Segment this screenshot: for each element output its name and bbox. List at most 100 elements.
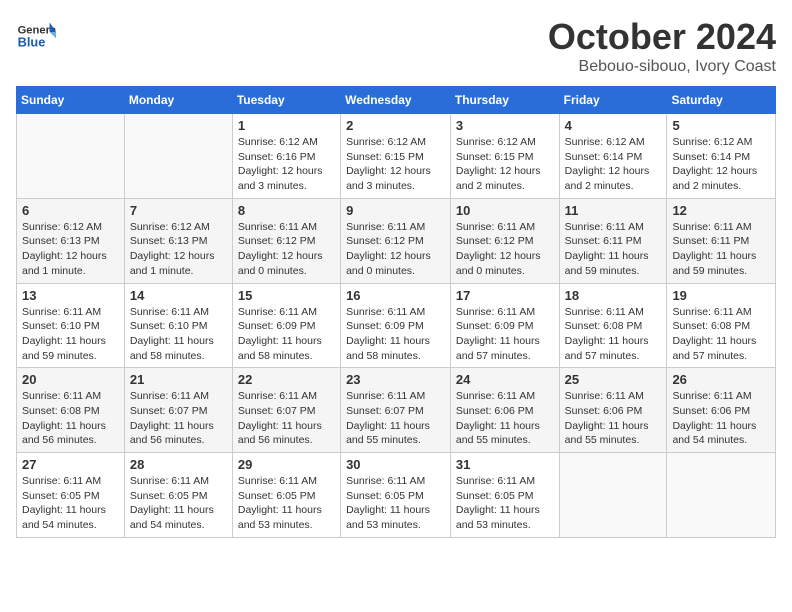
day-number: 9 [346,203,445,218]
calendar-cell: 7 Sunrise: 6:12 AM Sunset: 6:13 PM Daylig… [124,198,232,283]
header-monday: Monday [124,87,232,114]
day-number: 2 [346,118,445,133]
days-header-row: Sunday Monday Tuesday Wednesday Thursday… [17,87,776,114]
svg-text:Blue: Blue [18,34,46,49]
day-info: Sunrise: 6:11 AM Sunset: 6:09 PM Dayligh… [456,305,554,364]
calendar-cell: 29 Sunrise: 6:11 AM Sunset: 6:05 PM Dayli… [232,453,340,538]
day-number: 23 [346,372,445,387]
day-number: 21 [130,372,227,387]
day-number: 10 [456,203,554,218]
header-thursday: Thursday [450,87,559,114]
day-number: 15 [238,288,335,303]
day-info: Sunrise: 6:11 AM Sunset: 6:05 PM Dayligh… [130,474,227,533]
day-info: Sunrise: 6:11 AM Sunset: 6:06 PM Dayligh… [456,389,554,448]
calendar-cell: 2 Sunrise: 6:12 AM Sunset: 6:15 PM Daylig… [341,114,451,199]
header-friday: Friday [559,87,667,114]
day-number: 22 [238,372,335,387]
day-number: 4 [565,118,662,133]
day-number: 20 [22,372,119,387]
calendar-week-3: 13 Sunrise: 6:11 AM Sunset: 6:10 PM Dayli… [17,283,776,368]
day-info: Sunrise: 6:12 AM Sunset: 6:16 PM Dayligh… [238,135,335,194]
calendar-cell: 10Sunrise: 6:11 AM Sunset: 6:12 PM Dayli… [450,198,559,283]
calendar-cell: 14 Sunrise: 6:11 AM Sunset: 6:10 PM Dayli… [124,283,232,368]
calendar-week-5: 27Sunrise: 6:11 AM Sunset: 6:05 PM Dayli… [17,453,776,538]
calendar-cell: 3 Sunrise: 6:12 AM Sunset: 6:15 PM Daylig… [450,114,559,199]
calendar-cell [17,114,125,199]
day-number: 28 [130,457,227,472]
day-number: 25 [565,372,662,387]
day-info: Sunrise: 6:11 AM Sunset: 6:05 PM Dayligh… [346,474,445,533]
calendar-cell: 22 Sunrise: 6:11 AM Sunset: 6:07 PM Dayli… [232,368,340,453]
calendar-cell [667,453,776,538]
day-info: Sunrise: 6:12 AM Sunset: 6:13 PM Dayligh… [22,220,119,279]
day-info: Sunrise: 6:11 AM Sunset: 6:07 PM Dayligh… [238,389,335,448]
header-wednesday: Wednesday [341,87,451,114]
calendar-cell: 13 Sunrise: 6:11 AM Sunset: 6:10 PM Dayli… [17,283,125,368]
day-number: 8 [238,203,335,218]
calendar-title: October 2024 [548,16,776,58]
logo: General Blue [16,16,60,56]
calendar-cell: 27Sunrise: 6:11 AM Sunset: 6:05 PM Dayli… [17,453,125,538]
page-header: General Blue October 2024 Bebouo-sibouo,… [16,16,776,76]
day-number: 14 [130,288,227,303]
calendar-cell: 20 Sunrise: 6:11 AM Sunset: 6:08 PM Dayli… [17,368,125,453]
day-info: Sunrise: 6:11 AM Sunset: 6:05 PM Dayligh… [22,474,119,533]
day-info: Sunrise: 6:11 AM Sunset: 6:08 PM Dayligh… [565,305,662,364]
day-number: 19 [672,288,770,303]
day-number: 6 [22,203,119,218]
calendar-cell: 19 Sunrise: 6:11 AM Sunset: 6:08 PM Dayli… [667,283,776,368]
day-number: 7 [130,203,227,218]
day-info: Sunrise: 6:12 AM Sunset: 6:14 PM Dayligh… [565,135,662,194]
calendar-week-1: 1 Sunrise: 6:12 AM Sunset: 6:16 PM Daylig… [17,114,776,199]
day-number: 1 [238,118,335,133]
day-number: 12 [672,203,770,218]
day-number: 3 [456,118,554,133]
day-info: Sunrise: 6:11 AM Sunset: 6:10 PM Dayligh… [130,305,227,364]
day-info: Sunrise: 6:12 AM Sunset: 6:13 PM Dayligh… [130,220,227,279]
day-number: 11 [565,203,662,218]
calendar-cell: 25 Sunrise: 6:11 AM Sunset: 6:06 PM Dayli… [559,368,667,453]
day-number: 13 [22,288,119,303]
calendar-cell: 31 Sunrise: 6:11 AM Sunset: 6:05 PM Dayli… [450,453,559,538]
day-info: Sunrise: 6:12 AM Sunset: 6:15 PM Dayligh… [456,135,554,194]
day-number: 31 [456,457,554,472]
day-number: 16 [346,288,445,303]
day-info: Sunrise: 6:11 AM Sunset: 6:11 PM Dayligh… [672,220,770,279]
header-saturday: Saturday [667,87,776,114]
day-info: Sunrise: 6:11 AM Sunset: 6:11 PM Dayligh… [565,220,662,279]
day-info: Sunrise: 6:11 AM Sunset: 6:12 PM Dayligh… [238,220,335,279]
calendar-cell: 1 Sunrise: 6:12 AM Sunset: 6:16 PM Daylig… [232,114,340,199]
day-info: Sunrise: 6:11 AM Sunset: 6:12 PM Dayligh… [346,220,445,279]
day-info: Sunrise: 6:11 AM Sunset: 6:05 PM Dayligh… [238,474,335,533]
day-number: 5 [672,118,770,133]
calendar-cell: 24Sunrise: 6:11 AM Sunset: 6:06 PM Dayli… [450,368,559,453]
day-info: Sunrise: 6:11 AM Sunset: 6:08 PM Dayligh… [672,305,770,364]
day-info: Sunrise: 6:11 AM Sunset: 6:08 PM Dayligh… [22,389,119,448]
day-number: 29 [238,457,335,472]
calendar-cell: 26Sunrise: 6:11 AM Sunset: 6:06 PM Dayli… [667,368,776,453]
calendar-cell: 5 Sunrise: 6:12 AM Sunset: 6:14 PM Daylig… [667,114,776,199]
day-number: 18 [565,288,662,303]
day-info: Sunrise: 6:11 AM Sunset: 6:09 PM Dayligh… [238,305,335,364]
day-info: Sunrise: 6:11 AM Sunset: 6:09 PM Dayligh… [346,305,445,364]
calendar-cell: 6 Sunrise: 6:12 AM Sunset: 6:13 PM Daylig… [17,198,125,283]
day-info: Sunrise: 6:11 AM Sunset: 6:07 PM Dayligh… [130,389,227,448]
calendar-week-4: 20 Sunrise: 6:11 AM Sunset: 6:08 PM Dayli… [17,368,776,453]
calendar-cell: 9 Sunrise: 6:11 AM Sunset: 6:12 PM Daylig… [341,198,451,283]
day-info: Sunrise: 6:11 AM Sunset: 6:10 PM Dayligh… [22,305,119,364]
calendar-cell: 18 Sunrise: 6:11 AM Sunset: 6:08 PM Dayli… [559,283,667,368]
day-number: 30 [346,457,445,472]
title-block: October 2024 Bebouo-sibouo, Ivory Coast [548,16,776,76]
calendar-cell: 17Sunrise: 6:11 AM Sunset: 6:09 PM Dayli… [450,283,559,368]
calendar-cell: 21 Sunrise: 6:11 AM Sunset: 6:07 PM Dayli… [124,368,232,453]
calendar-cell [559,453,667,538]
logo-icon: General Blue [16,16,56,56]
day-info: Sunrise: 6:11 AM Sunset: 6:05 PM Dayligh… [456,474,554,533]
day-info: Sunrise: 6:11 AM Sunset: 6:06 PM Dayligh… [672,389,770,448]
calendar-table: Sunday Monday Tuesday Wednesday Thursday… [16,86,776,538]
calendar-week-2: 6 Sunrise: 6:12 AM Sunset: 6:13 PM Daylig… [17,198,776,283]
calendar-cell: 28 Sunrise: 6:11 AM Sunset: 6:05 PM Dayli… [124,453,232,538]
day-info: Sunrise: 6:11 AM Sunset: 6:06 PM Dayligh… [565,389,662,448]
day-info: Sunrise: 6:12 AM Sunset: 6:14 PM Dayligh… [672,135,770,194]
day-info: Sunrise: 6:12 AM Sunset: 6:15 PM Dayligh… [346,135,445,194]
